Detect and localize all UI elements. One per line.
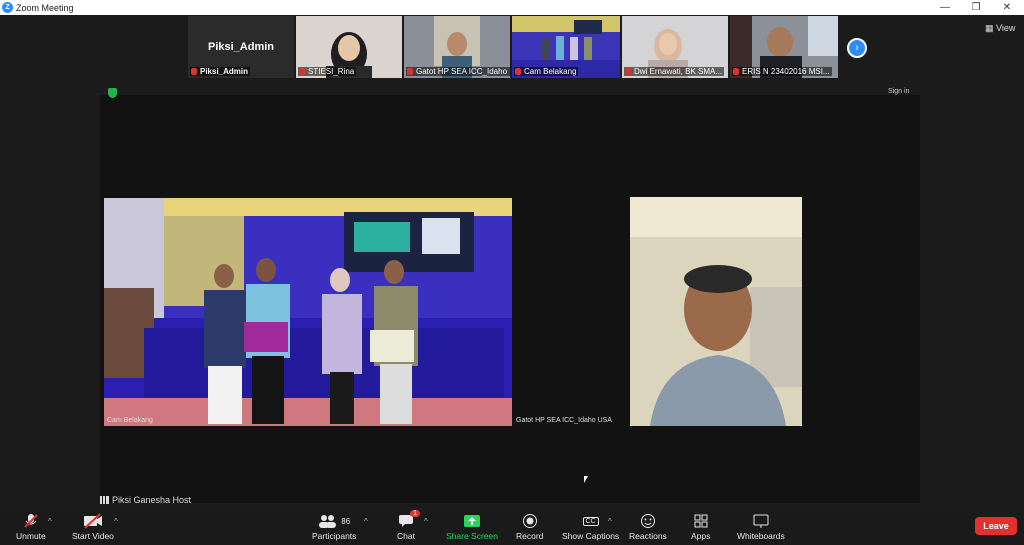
muted-mic-icon <box>625 68 631 75</box>
participant-tile[interactable]: STIESI_Rina <box>296 16 402 78</box>
security-shield-icon[interactable] <box>108 88 117 98</box>
whiteboard-icon <box>753 513 769 529</box>
signal-bars-icon <box>100 496 109 504</box>
record-button[interactable]: Record <box>516 513 543 541</box>
participant-tile[interactable]: Piksi_Admin Piksi_Admin <box>188 16 294 78</box>
muted-mic-icon <box>299 68 305 75</box>
window-title: Zoom Meeting <box>16 2 74 13</box>
share-screen-button[interactable]: Share Screen <box>446 513 498 541</box>
mouse-cursor <box>584 476 588 483</box>
apps-button[interactable]: Apps <box>691 513 710 541</box>
participant-label: Gatot HP SEA ICC_Idaho ... <box>406 67 510 76</box>
speaker-scene <box>630 197 802 426</box>
reactions-button[interactable]: Reactions <box>629 513 667 541</box>
apps-icon <box>694 513 708 529</box>
participant-video-gatot[interactable] <box>630 197 802 426</box>
participants-count: 86 <box>341 516 351 526</box>
view-button[interactable]: ▦ View <box>985 23 1015 34</box>
title-bar: Z Zoom Meeting <box>0 0 1024 15</box>
next-page-button[interactable]: › <box>847 38 867 58</box>
record-icon <box>522 513 538 529</box>
participant-tile[interactable]: Dwi Ernawati, BK SMA... <box>622 16 728 78</box>
restore-button[interactable]: ❐ <box>961 0 991 15</box>
participant-display-name: Piksi_Admin <box>207 41 275 53</box>
audio-options-caret[interactable]: ^ <box>48 517 52 526</box>
meeting-stage: Piksi_Admin Piksi_Admin STIESI_Rina Gato… <box>0 15 1024 510</box>
participant-tile[interactable]: ERIS N 23402016 MSI... <box>730 16 838 78</box>
zoom-logo-icon: Z <box>2 2 13 13</box>
chat-options-caret[interactable]: ^ <box>424 517 428 526</box>
muted-mic-icon <box>733 68 739 75</box>
participants-button[interactable]: 86 Participants <box>312 513 356 541</box>
participants-options-caret[interactable]: ^ <box>364 517 368 526</box>
chat-unread-badge: 1 <box>410 510 420 517</box>
participants-icon: 86 <box>318 513 350 529</box>
share-screen-icon <box>463 513 480 529</box>
chat-icon: 1 <box>398 510 420 529</box>
close-button[interactable]: ✕ <box>992 0 1022 15</box>
participant-tile[interactable]: Gatot HP SEA ICC_Idaho ... <box>404 16 510 78</box>
meeting-toolbar: Unmute ^ Start Video ^ 86 Participants ^… <box>0 510 1024 545</box>
muted-mic-icon <box>191 68 197 75</box>
participant-label: Piksi_Admin <box>190 67 251 76</box>
reactions-icon <box>640 513 656 529</box>
unmute-button[interactable]: Unmute <box>16 513 46 541</box>
chat-button[interactable]: 1 Chat <box>397 510 420 541</box>
stage-scene <box>104 198 512 426</box>
leave-button[interactable]: Leave <box>975 517 1017 535</box>
participant-label: STIESI_Rina <box>298 67 357 76</box>
minimize-button[interactable]: — <box>930 0 960 15</box>
muted-mic-icon <box>407 68 413 75</box>
participant-label: Cam Belakang <box>514 67 579 76</box>
sign-in-button[interactable]: Sign in <box>888 88 909 95</box>
video-label: Cam Belakang <box>107 417 153 424</box>
whiteboards-button[interactable]: Whiteboards <box>737 513 785 541</box>
host-status: Piksi Ganesha Host <box>100 495 191 505</box>
participant-tile[interactable]: Cam Belakang <box>512 16 620 78</box>
start-video-button[interactable]: Start Video <box>72 513 114 541</box>
main-video-cam-belakang[interactable]: Cam Belakang <box>104 198 512 426</box>
muted-mic-icon <box>23 513 39 529</box>
participant-label: Dwi Ernawati, BK SMA... <box>624 67 725 76</box>
video-label: Gatot HP SEA ICC_Idaho USA <box>516 417 612 424</box>
captions-icon: CC <box>582 513 599 529</box>
captions-options-caret[interactable]: ^ <box>608 517 612 526</box>
participant-label: ERIS N 23402016 MSI... <box>732 67 832 76</box>
muted-mic-icon <box>515 68 521 75</box>
video-options-caret[interactable]: ^ <box>114 517 118 526</box>
video-off-icon <box>83 513 103 529</box>
